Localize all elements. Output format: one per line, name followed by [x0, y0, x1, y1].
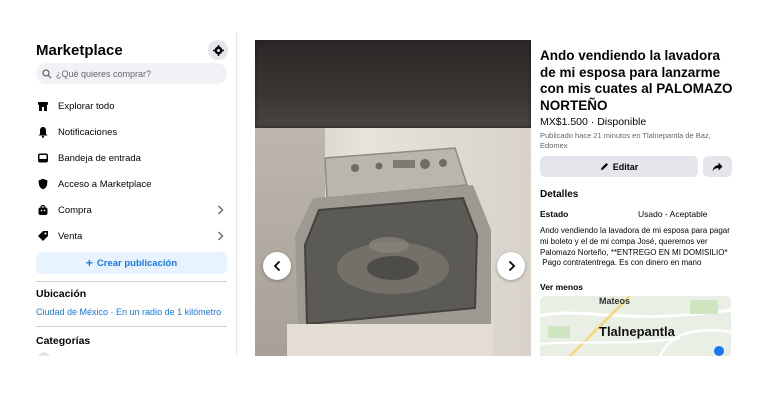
- chevron-left-icon: [273, 260, 280, 272]
- pencil-icon: [600, 163, 608, 170]
- listing-meta: Publicado hace 21 minutos en Tlalnepantl…: [540, 131, 711, 150]
- sidebar-item-access[interactable]: Acceso a Marketplace: [28, 171, 236, 197]
- chevron-right-icon: [218, 205, 224, 215]
- marketplace-sidebar: Marketplace ¿Qué quieres comprar? Explor…: [28, 32, 236, 356]
- divider: [36, 281, 227, 282]
- chevron-right-icon: [508, 260, 515, 272]
- location-title: Ubicación: [36, 288, 87, 300]
- location-map[interactable]: Mateos Tlalnepantla: [540, 296, 731, 356]
- sidebar-item-label: Bandeja de entrada: [58, 152, 141, 164]
- search-input[interactable]: ¿Qué quieres comprar?: [36, 63, 227, 84]
- sidebar-item-buying[interactable]: Compra: [28, 197, 236, 223]
- bag-icon: [37, 204, 49, 216]
- map-label-city: Tlalnepantla: [599, 324, 675, 339]
- washing-machine-illustration: [287, 147, 493, 356]
- listing-details-panel: Ando vendiendo la lavadora de mi esposa …: [531, 40, 742, 356]
- search-placeholder: ¿Qué quieres comprar?: [56, 68, 152, 79]
- create-listing-button[interactable]: + Crear publicación: [36, 252, 227, 274]
- sidebar-nav: Explorar todo Notificaciones Bandeja de …: [28, 93, 236, 249]
- listing-price: MX$1.500 · Disponible: [540, 116, 647, 128]
- edit-label: Editar: [612, 161, 639, 172]
- chevron-right-icon: [218, 231, 224, 241]
- sidebar-header: Marketplace: [36, 40, 228, 62]
- map-label-mateos: Mateos: [599, 296, 631, 306]
- settings-button[interactable]: [208, 40, 228, 60]
- shield-icon: [37, 178, 49, 190]
- tag-icon: [37, 230, 49, 242]
- search-icon: [42, 68, 52, 78]
- share-button[interactable]: [703, 156, 732, 177]
- see-less-link[interactable]: Ver menos: [540, 282, 583, 292]
- listing-description: Ando vendiendo la lavadora de mi esposa …: [540, 226, 730, 268]
- location-link[interactable]: Ciudad de México · En un radio de 1 kiló…: [36, 307, 221, 317]
- categories-title: Categorías: [36, 335, 91, 347]
- sidebar-item-label: Compra: [58, 204, 92, 216]
- sidebar-divider: [236, 32, 237, 356]
- condition-label: Estado: [540, 209, 569, 219]
- sidebar-item-inbox[interactable]: Bandeja de entrada: [28, 145, 236, 171]
- sidebar-item-notifications[interactable]: Notificaciones: [28, 119, 236, 145]
- condition-value: Usado - Aceptable: [638, 209, 708, 219]
- listing-title: Ando vendiendo la lavadora de mi esposa …: [540, 48, 733, 113]
- listing-photo: [255, 40, 531, 356]
- create-listing-label: Crear publicación: [96, 257, 178, 269]
- sidebar-item-label: Acceso a Marketplace: [58, 178, 152, 190]
- sidebar-item-label: Venta: [58, 230, 83, 242]
- plus-icon: +: [85, 256, 93, 270]
- gear-icon: [212, 44, 224, 56]
- bell-icon: [37, 126, 49, 138]
- previous-photo-button[interactable]: [263, 252, 291, 280]
- sidebar-item-label: Explorar todo: [58, 100, 115, 112]
- divider: [36, 326, 227, 327]
- next-photo-button[interactable]: [497, 252, 525, 280]
- edit-listing-button[interactable]: Editar: [540, 156, 698, 177]
- details-title: Detalles: [540, 189, 579, 200]
- sidebar-item-explore[interactable]: Explorar todo: [28, 93, 236, 119]
- sidebar-title: Marketplace: [36, 42, 123, 59]
- share-icon: [712, 162, 723, 171]
- category-icon: [38, 352, 50, 356]
- sidebar-item-selling[interactable]: Venta: [28, 223, 236, 249]
- store-icon: [37, 100, 49, 112]
- sidebar-item-label: Notificaciones: [58, 126, 118, 138]
- inbox-icon: [37, 152, 49, 164]
- map-pin-icon: [714, 346, 724, 356]
